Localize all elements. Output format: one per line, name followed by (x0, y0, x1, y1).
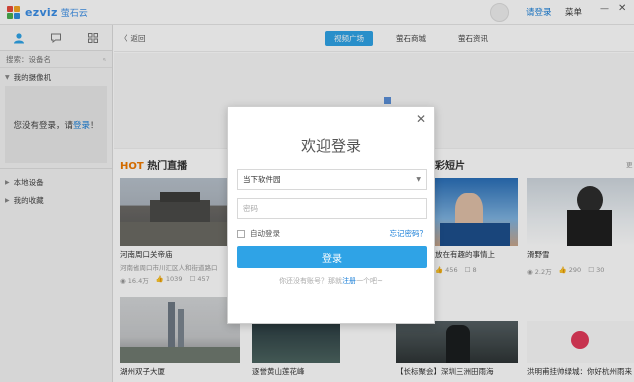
password-field[interactable]: 密码 (237, 198, 427, 219)
signup-suffix: 一个吧~ (356, 277, 383, 285)
auto-login-row: 自动登录 忘记密码？ (237, 228, 427, 239)
signup-link[interactable]: 注册 (342, 277, 356, 285)
app-window: ezviz 萤石云 请登录 菜单 — ✕ 搜索：设备名 ▼ 我的摄像机 您没有登… (0, 0, 634, 382)
password-placeholder: 密码 (243, 204, 258, 213)
login-dialog: ✕ 欢迎登录 当下软件园 ▼ 密码 自动登录 忘记密码？ 登录 你还没有账号？那… (227, 106, 435, 324)
dialog-title: 欢迎登录 (300, 137, 361, 155)
auto-login-label: 自动登录 (250, 229, 280, 238)
account-value: 当下软件园 (243, 175, 281, 184)
signup-row: 你还没有账号？那就注册一个吧~ (228, 276, 434, 286)
close-icon[interactable]: ✕ (416, 112, 426, 126)
login-button[interactable]: 登录 (237, 246, 427, 268)
signup-prefix: 你还没有账号？那就 (279, 277, 343, 285)
auto-login-checkbox[interactable] (237, 229, 245, 238)
account-select[interactable]: 当下软件园 ▼ (237, 169, 427, 190)
forgot-password-link[interactable]: 忘记密码？ (390, 228, 428, 239)
chevron-down-icon: ▼ (416, 176, 421, 183)
